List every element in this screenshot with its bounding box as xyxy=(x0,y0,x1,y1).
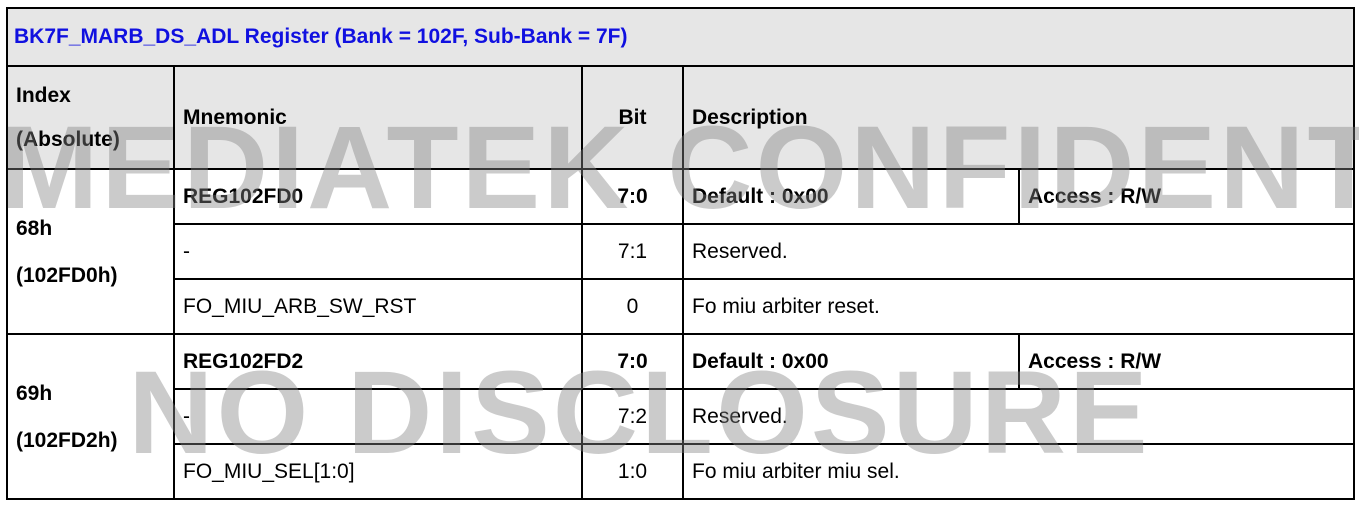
field-bit: 1:0 xyxy=(581,443,684,500)
field-row: FO_MIU_ARB_SW_RST 0 Fo miu arbiter reset… xyxy=(7,278,1356,335)
header-description: Description xyxy=(681,65,1356,170)
header-index-absolute-label: (Absolute) xyxy=(16,127,120,151)
field-row: - 7:2 Reserved. xyxy=(7,388,1356,445)
register-index: 69h xyxy=(16,381,53,405)
register-table-title: BK7F_MARB_DS_ADL Register (Bank = 102F, … xyxy=(5,7,1356,67)
field-mnemonic: - xyxy=(173,223,583,280)
header-bit: Bit xyxy=(581,65,684,170)
header-index: Index (Absolute) xyxy=(6,65,175,170)
register-index: 68h xyxy=(16,216,53,240)
register-absolute-address: (102FD0h) xyxy=(16,263,118,287)
register-default: Default : 0x00 xyxy=(682,333,1020,390)
field-description: Fo miu arbiter miu sel. xyxy=(681,443,1356,500)
register-name: REG102FD0 xyxy=(173,168,583,225)
field-bit: 7:1 xyxy=(581,223,684,280)
header-index-label: Index xyxy=(16,83,71,107)
register-document: BK7F_MARB_DS_ADL Register (Bank = 102F, … xyxy=(0,0,1359,507)
register-row: 69h (102FD2h) REG102FD2 7:0 Default : 0x… xyxy=(6,333,1356,500)
register-absolute-address: (102FD2h) xyxy=(16,428,118,452)
field-bit: 0 xyxy=(581,278,684,335)
field-bit: 7:2 xyxy=(581,388,684,445)
header-mnemonic: Mnemonic xyxy=(173,65,583,170)
register-default: Default : 0x00 xyxy=(682,168,1020,225)
register-bit: 7:0 xyxy=(581,333,684,390)
register-table: BK7F_MARB_DS_ADL Register (Bank = 102F, … xyxy=(5,7,1356,500)
field-description: Reserved. xyxy=(681,223,1356,280)
field-mnemonic: FO_MIU_ARB_SW_RST xyxy=(173,278,583,335)
field-description: Reserved. xyxy=(681,388,1356,445)
field-mnemonic: - xyxy=(173,388,583,445)
register-bit: 7:0 xyxy=(581,168,684,225)
register-name: REG102FD2 xyxy=(173,333,583,390)
register-row: 68h (102FD0h) REG102FD0 7:0 Default : 0x… xyxy=(6,168,1356,335)
register-access: Access : R/W xyxy=(1017,333,1356,390)
field-description: Fo miu arbiter reset. xyxy=(681,278,1356,335)
register-access: Access : R/W xyxy=(1017,168,1356,225)
register-index-cell: 69h (102FD2h) xyxy=(6,333,175,500)
field-row: - 7:1 Reserved. xyxy=(7,223,1356,280)
field-row: FO_MIU_SEL[1:0] 1:0 Fo miu arbiter miu s… xyxy=(7,443,1356,500)
field-mnemonic: FO_MIU_SEL[1:0] xyxy=(173,443,583,500)
register-index-cell: 68h (102FD0h) xyxy=(6,168,175,335)
